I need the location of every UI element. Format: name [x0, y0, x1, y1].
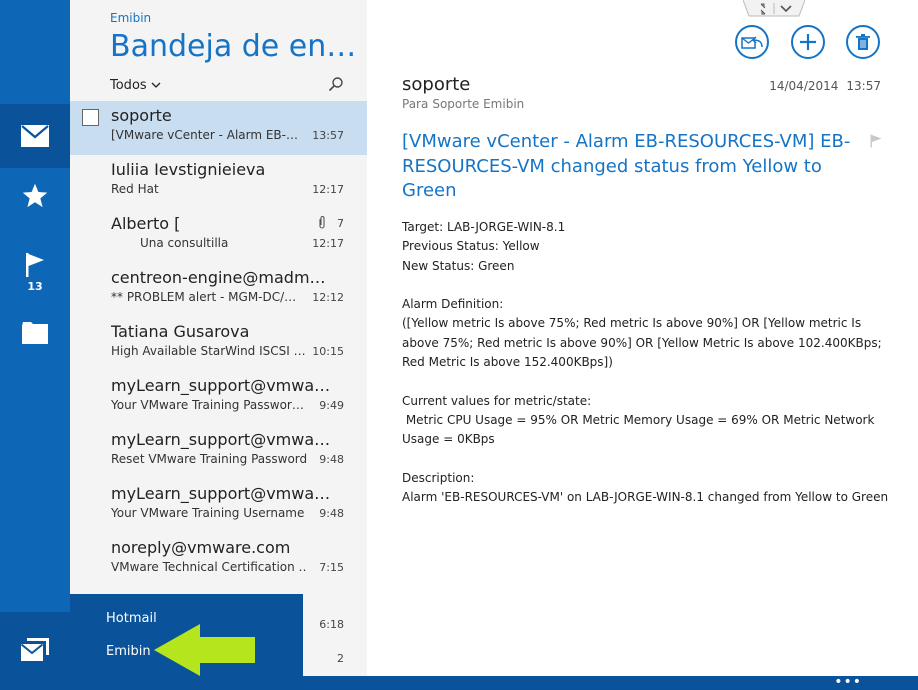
body-alarm-definition-label: Alarm Definition: [402, 297, 504, 312]
flag-toggle-icon[interactable] [870, 134, 882, 148]
message-sender: Alberto [ [111, 214, 181, 233]
bottom-app-bar: ••• [303, 675, 918, 690]
folder-icon [22, 322, 48, 344]
message-row-4[interactable]: centreon-engine@madm… ** PROBLEM alert -… [70, 263, 367, 317]
message-sender: centreon-engine@madm… [111, 268, 326, 287]
body-new-status: New Status: Green [402, 258, 515, 273]
message-time: 12:12 [312, 291, 344, 304]
message-sender: Tatiana Gusarova [111, 322, 250, 341]
account-emibin[interactable]: Emibin [106, 644, 151, 659]
sender-name[interactable]: soporte [402, 74, 470, 95]
message-time: 13:57 [846, 79, 881, 93]
filter-dropdown[interactable]: Todos [110, 78, 161, 93]
body-description-label: Description: [402, 470, 475, 485]
select-checkbox[interactable] [82, 109, 99, 126]
message-sender: noreply@vmware.com [111, 538, 291, 557]
flagged-count: 13 [27, 279, 43, 293]
message-time: 9:49 [319, 399, 344, 412]
expand-collapse-tab[interactable] [743, 0, 805, 18]
chevron-down-icon [151, 82, 161, 88]
reply-icon [741, 36, 763, 49]
body-description: Alarm 'EB-RESOURCES-VM' on LAB-JORGE-WIN… [402, 490, 889, 505]
message-date: 14/04/2014 [769, 79, 839, 93]
message-subject: [VMware vCenter - Alarm EB-… [111, 128, 298, 142]
body-alarm-definition: ([Yellow metric Is above 75%; Red metric… [402, 316, 882, 370]
flag-icon [26, 252, 44, 277]
message-row-6[interactable]: myLearn_support@vmwa… Your VMware Traini… [70, 371, 367, 425]
message-row-2[interactable]: Iuliia Ievstignieieva Red Hat 12:17 [70, 155, 367, 209]
message-row-9[interactable]: noreply@vmware.com VMware Technical Cert… [70, 533, 367, 587]
thread-count: 7 [337, 217, 344, 230]
filter-label: Todos [110, 78, 147, 93]
message-sender: soporte [111, 106, 172, 125]
thread-count: 2 [337, 652, 344, 665]
mail-icon [21, 125, 49, 147]
folder-title[interactable]: Bandeja de en… [110, 29, 356, 64]
message-time: 10:15 [312, 345, 344, 358]
message-time: 13:57 [312, 129, 344, 142]
message-time: 12:17 [312, 237, 344, 250]
message-row-5[interactable]: Tatiana Gusarova High Available StarWind… [70, 317, 367, 371]
body-target: Target: LAB-JORGE-WIN-8.1 [402, 220, 566, 234]
message-subject: High Available StarWind ISCSI … [111, 344, 306, 358]
body-previous-status: Previous Status: Yellow [402, 239, 540, 254]
message-time: 9:48 [319, 453, 344, 466]
message-body: Target: LAB-JORGE-WIN-8.1 Previous Statu… [402, 218, 892, 507]
recipient-name[interactable]: Soporte Emibin [432, 97, 524, 111]
nav-rail: 13 [0, 0, 70, 690]
reply-button[interactable] [735, 25, 769, 59]
message-datetime: 14/04/2014 13:57 [769, 79, 881, 93]
paperclip-icon [319, 216, 325, 229]
recipient-line: Para Soporte Emibin [402, 97, 524, 111]
message-row-7[interactable]: myLearn_support@vmwa… Reset VMware Train… [70, 425, 367, 479]
rail-folders-button[interactable] [0, 308, 70, 358]
message-row-3[interactable]: Alberto [ 7 Una consultilla 12:17 [70, 209, 367, 263]
message-row-8[interactable]: myLearn_support@vmwa… Your VMware Traini… [70, 479, 367, 533]
message-time: 12:17 [312, 183, 344, 196]
message-time: 7:15 [319, 561, 344, 574]
account-name: Emibin [110, 11, 152, 25]
message-subject: Una consultilla [140, 236, 229, 250]
message-time: 6:18 [319, 618, 344, 631]
star-icon [22, 183, 48, 208]
more-options-button[interactable]: ••• [834, 675, 862, 689]
trash-icon [856, 34, 870, 50]
message-list-pane: Emibin Bandeja de en… Todos soporte [VMw… [70, 0, 367, 690]
search-button[interactable] [328, 76, 346, 94]
message-row-1[interactable]: soporte [VMware vCenter - Alarm EB-… 13:… [70, 101, 367, 155]
rail-flagged-button[interactable]: 13 [0, 236, 70, 308]
message-subject-heading: [VMware vCenter - Alarm EB-RESOURCES-VM]… [402, 131, 851, 201]
new-message-button[interactable] [791, 25, 825, 59]
body-current-values: Metric CPU Usage = 95% OR Metric Memory … [402, 412, 879, 447]
message-subject: Your VMware Training Passwor… [111, 398, 304, 412]
message-sender: myLearn_support@vmwa… [111, 430, 331, 449]
to-label: Para [402, 97, 429, 111]
accounts-mail-icon [21, 638, 49, 661]
rail-favorites-button[interactable] [0, 168, 70, 224]
message-subject: VMware Technical Certification … [111, 560, 307, 574]
message-time: 9:48 [319, 507, 344, 520]
rail-mail-button[interactable] [0, 104, 70, 168]
plus-icon [800, 34, 816, 50]
message-subject: ** PROBLEM alert - MGM-DC/… [111, 290, 297, 304]
search-icon [328, 77, 343, 92]
message-sender: myLearn_support@vmwa… [111, 484, 331, 503]
body-current-values-label: Current values for metric/state: [402, 393, 592, 408]
rail-accounts-button[interactable] [0, 612, 70, 690]
message-sender: Iuliia Ievstignieieva [111, 160, 266, 179]
pointer-arrow-icon [154, 624, 255, 676]
message-sender: myLearn_support@vmwa… [111, 376, 331, 395]
message-subject: Your VMware Training Username [111, 506, 305, 520]
reading-pane: soporte Para Soporte Emibin 14/04/2014 13:… [367, 0, 918, 690]
message-subject: Reset VMware Training Password [111, 452, 307, 466]
message-subject: Red Hat [111, 182, 159, 196]
delete-button[interactable] [846, 25, 880, 59]
